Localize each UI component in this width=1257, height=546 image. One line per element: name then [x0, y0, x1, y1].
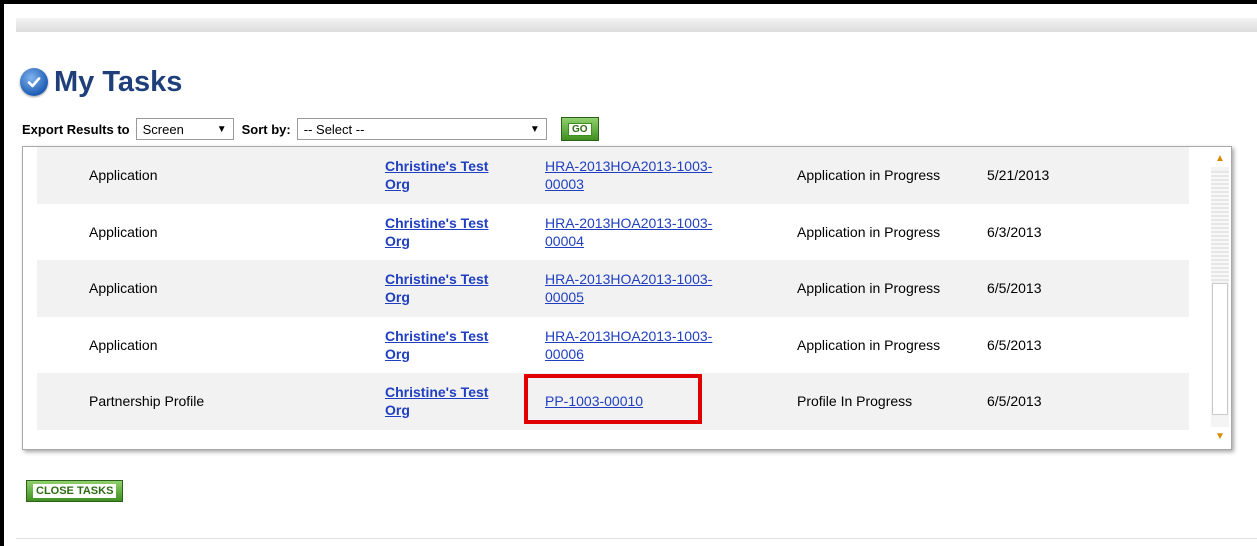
table-row: Application Christine's Test Org HRA-2013…	[37, 204, 1189, 261]
org-link-line1: Christine's Test	[385, 271, 489, 288]
task-id-cell: HRA-2013HOA2013-1003- 00004	[545, 204, 765, 261]
task-status: Application in Progress	[797, 336, 941, 353]
org-link-line1: Christine's Test	[385, 327, 489, 344]
org-link[interactable]: Christine's Test Org	[385, 270, 488, 306]
org-link-line2: Org	[385, 345, 410, 362]
task-org-cell: Christine's Test Org	[385, 373, 525, 430]
task-org-cell: Christine's Test Org	[385, 147, 525, 204]
task-id-line1: HRA-2013HOA2013-1003-	[545, 214, 713, 231]
task-id-line2: 00006	[545, 345, 584, 362]
page-header: My Tasks	[20, 62, 182, 102]
org-link-line1: Christine's Test	[385, 214, 489, 231]
task-id-line1: HRA-2013HOA2013-1003-	[545, 327, 713, 344]
task-org-cell: Christine's Test Org	[385, 260, 525, 317]
task-type: Application	[89, 223, 158, 240]
task-date: 6/5/2013	[987, 336, 1042, 353]
task-id-cell: HRA-2013HOA2013-1003- 00003	[545, 147, 765, 204]
tasks-table: Application Christine's Test Org HRA-2013…	[22, 146, 1232, 450]
export-select[interactable]: Screen ▼	[135, 118, 234, 140]
org-link-line1: Christine's Test	[385, 158, 489, 175]
task-id-link[interactable]: HRA-2013HOA2013-1003- 00006	[545, 327, 712, 363]
highlight-box	[524, 374, 702, 424]
org-link[interactable]: Christine's Test Org	[385, 157, 488, 193]
task-org-cell: Christine's Test Org	[385, 204, 525, 261]
task-id-line2: 00003	[545, 176, 584, 193]
org-link-line2: Org	[385, 232, 410, 249]
export-label: Export Results to	[22, 121, 130, 137]
task-status: Application in Progress	[797, 280, 941, 297]
sort-label: Sort by:	[241, 121, 291, 137]
close-tasks-label: CLOSE TASKS	[33, 484, 117, 498]
task-id-line1: HRA-2013HOA2013-1003-	[545, 158, 713, 175]
task-id-cell: HRA-2013HOA2013-1003- 00005	[545, 260, 765, 317]
close-tasks-button[interactable]: CLOSE TASKS	[26, 480, 124, 502]
scroll-down-icon[interactable]: ▼	[1211, 427, 1229, 445]
header-band	[16, 18, 1257, 32]
task-date: 5/21/2013	[987, 167, 1050, 184]
task-id-line2: 00005	[545, 289, 584, 306]
task-status: Application in Progress	[797, 223, 941, 240]
task-id-link[interactable]: HRA-2013HOA2013-1003- 00003	[545, 157, 712, 193]
task-date: 6/5/2013	[987, 280, 1042, 297]
org-link[interactable]: Christine's Test Org	[385, 214, 488, 250]
go-button[interactable]: GO	[560, 117, 599, 141]
org-link-line2: Org	[385, 176, 410, 193]
vertical-scrollbar[interactable]: ▲ ▼	[1211, 149, 1229, 445]
org-link-line2: Org	[385, 289, 410, 306]
divider	[16, 538, 1257, 539]
task-type: Application	[89, 336, 158, 353]
task-date: 6/5/2013	[987, 393, 1042, 410]
sort-select-value: -- Select --	[303, 121, 365, 137]
chevron-down-icon: ▼	[529, 123, 540, 135]
scroll-track[interactable]	[1211, 171, 1229, 281]
export-select-value: Screen	[142, 121, 184, 137]
org-link[interactable]: Christine's Test Org	[385, 327, 488, 363]
task-type: Application	[89, 167, 158, 184]
page-title: My Tasks	[54, 65, 183, 98]
go-button-label: GO	[567, 122, 592, 136]
table-row: Application Christine's Test Org HRA-2013…	[37, 147, 1189, 204]
task-type: Application	[89, 280, 158, 297]
task-id-line1: HRA-2013HOA2013-1003-	[545, 271, 713, 288]
toolbar: Export Results to Screen ▼ Sort by: -- S…	[22, 117, 599, 141]
task-id-link[interactable]: HRA-2013HOA2013-1003- 00004	[545, 214, 712, 250]
task-date: 6/3/2013	[987, 223, 1042, 240]
task-id-cell: HRA-2013HOA2013-1003- 00006	[545, 317, 765, 374]
task-type: Partnership Profile	[89, 393, 205, 410]
table-row: Application Christine's Test Org HRA-2013…	[37, 317, 1189, 374]
task-status: Profile In Progress	[797, 393, 913, 410]
task-status: Application in Progress	[797, 167, 941, 184]
org-link-line1: Christine's Test	[385, 384, 489, 401]
sort-select[interactable]: -- Select -- ▼	[296, 118, 547, 140]
table-row: Application Christine's Test Org HRA-2013…	[37, 260, 1189, 317]
org-link[interactable]: Christine's Test Org	[385, 383, 488, 419]
task-org-cell: Christine's Test Org	[385, 317, 525, 374]
task-id-line2: 00004	[545, 232, 584, 249]
task-id-link[interactable]: HRA-2013HOA2013-1003- 00005	[545, 270, 712, 306]
scroll-thumb[interactable]	[1212, 283, 1228, 415]
check-circle-icon	[20, 68, 48, 96]
scroll-up-icon[interactable]: ▲	[1211, 149, 1229, 167]
chevron-down-icon: ▼	[216, 123, 227, 135]
org-link-line2: Org	[385, 402, 410, 419]
